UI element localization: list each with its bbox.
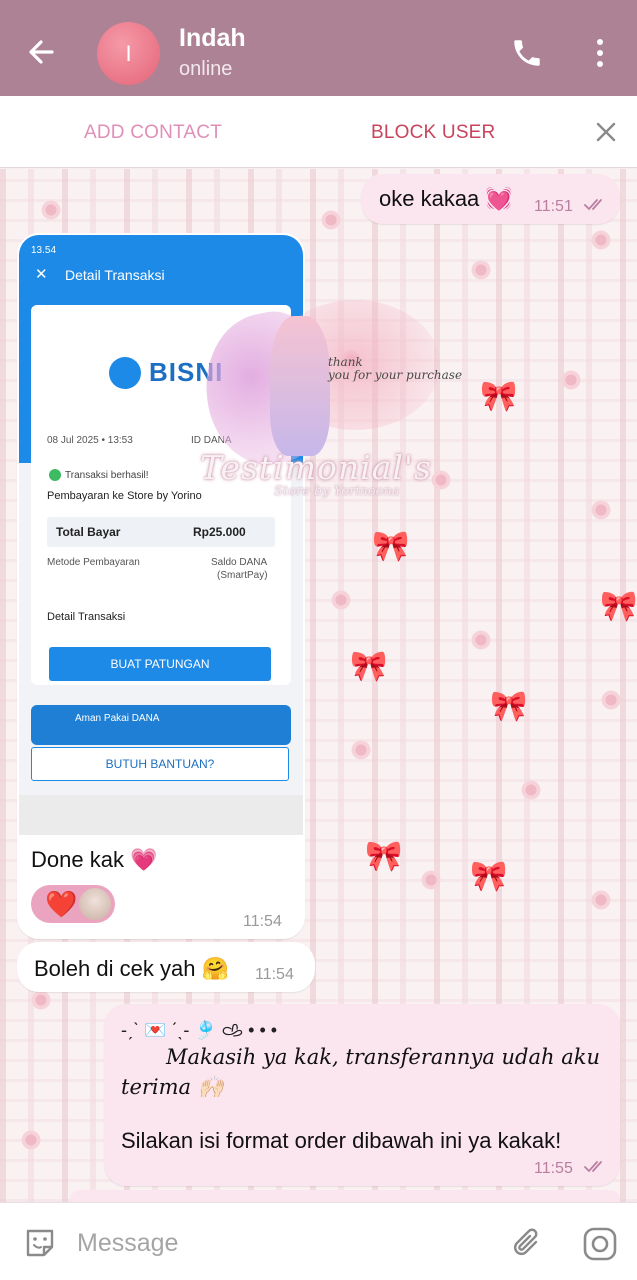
paperclip-icon[interactable] [509, 1225, 545, 1261]
decorative-line: -ˏˋ 💌 ˊˎ- 🎐 𐚁 • • • [121, 1020, 278, 1040]
screenshot-close-icon: ✕ [35, 266, 48, 283]
payment-recipient: Pembayaran ke Store by Yorino [47, 490, 202, 502]
message-italic-text: Makasih ya kak, transferannya udah aku t… [121, 1045, 600, 1099]
reaction-avatar [79, 888, 111, 920]
back-arrow-icon[interactable] [22, 32, 62, 72]
total-value: Rp25.000 [193, 525, 246, 539]
fairy-figure-image [270, 316, 330, 456]
message-time: 11:54 [243, 913, 282, 930]
dana-logo-icon [109, 357, 141, 389]
message-text: Boleh di cek yah 🤗 [34, 956, 229, 981]
method-value: Saldo DANA [211, 557, 268, 568]
contact-action-bar: ADD CONTACT BLOCK USER [0, 96, 637, 168]
help-button: BUTUH BANTUAN? [31, 747, 289, 781]
add-contact-button[interactable]: ADD CONTACT [84, 122, 222, 144]
detail-label: Detail Transaksi [47, 611, 126, 623]
chat-header: I Indah online [0, 0, 637, 96]
method-label: Metode Pembayaran [47, 557, 140, 568]
split-bill-button: BUAT PATUNGAN [49, 647, 271, 681]
message-time: 11:55 [534, 1160, 573, 1177]
android-nav-bar [19, 795, 303, 835]
block-user-button[interactable]: BLOCK USER [371, 122, 495, 144]
message-time: 11:54 [255, 966, 294, 983]
more-options-icon[interactable] [588, 36, 612, 70]
testimonial-title: Testimonial's [200, 448, 432, 487]
read-receipt-icon [584, 1161, 602, 1173]
total-row: Total Bayar Rp25.000 [47, 517, 275, 547]
contact-name[interactable]: Indah [179, 24, 246, 53]
message-text: Silakan isi format order dibawah ini ya … [121, 1128, 562, 1153]
promo-banner: Aman Pakai DANA [31, 705, 291, 745]
message-time: 11:51 [534, 198, 573, 215]
avatar[interactable]: I [97, 22, 160, 85]
message-bubble-outgoing[interactable]: oke kakaa 💓 11:51 [361, 174, 620, 224]
success-check-icon [49, 469, 61, 481]
read-receipt-icon [584, 199, 602, 211]
message-bubble-outgoing[interactable]: -ˏˋ 💌 ˊˎ- 🎐 𐚁 • • • Makasih ya kak, tran… [104, 1004, 620, 1186]
message-composer: Message [0, 1202, 637, 1280]
reaction-bar[interactable]: ❤️ [31, 885, 115, 923]
phone-icon[interactable] [510, 36, 544, 70]
emoji-sticker-icon[interactable] [22, 1225, 58, 1261]
method-value-sub: (SmartPay) [217, 570, 268, 581]
transaction-date: 08 Jul 2025 • 13:53 [47, 435, 133, 446]
message-bubble-incoming[interactable]: Boleh di cek yah 🤗 11:54 [17, 942, 315, 992]
success-text: Transaksi berhasil! [65, 470, 149, 481]
thank-you-script: thank you for your purchase [328, 355, 463, 382]
image-caption: Done kak 💗 [31, 847, 158, 872]
heart-reaction-icon[interactable]: ❤️ [45, 889, 77, 920]
message-input[interactable]: Message [77, 1229, 178, 1258]
close-icon[interactable] [594, 120, 618, 144]
screenshot-status-time: 13.54 [31, 245, 57, 256]
testimonial-sticker-overlay: thank you for your purchase Testimonial'… [191, 290, 470, 520]
promo-text: Aman Pakai DANA [75, 713, 160, 724]
contact-status: online [179, 58, 233, 80]
message-text: oke kakaa 💓 [379, 186, 513, 211]
screenshot-title: Detail Transaksi [65, 267, 165, 283]
camera-icon[interactable] [581, 1225, 619, 1263]
total-label: Total Bayar [56, 525, 121, 539]
store-name: Store by Yorinoona [274, 484, 400, 499]
